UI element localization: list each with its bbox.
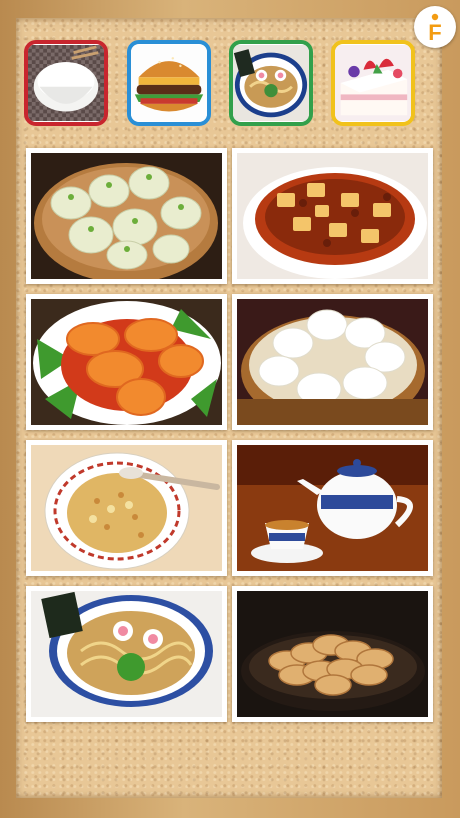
category-burger-button[interactable] bbox=[127, 40, 211, 126]
dish-card-mapo-tofu[interactable] bbox=[232, 148, 433, 284]
hamburger-image bbox=[131, 45, 207, 121]
category-cake-button[interactable] bbox=[331, 40, 415, 126]
shumai-dumplings-image bbox=[31, 153, 222, 279]
chili-shrimp-image bbox=[31, 299, 222, 425]
dish-card-chili-shrimp[interactable] bbox=[26, 294, 227, 430]
gyoza-image bbox=[237, 591, 428, 717]
app-logo-button[interactable]: F bbox=[414, 6, 456, 48]
dish-card-fried-rice[interactable] bbox=[26, 440, 227, 576]
category-ramen-button[interactable] bbox=[229, 40, 313, 126]
ramen-bowl-image bbox=[31, 591, 222, 717]
dish-card-shumai[interactable] bbox=[26, 148, 227, 284]
svg-text:F: F bbox=[428, 20, 441, 45]
dish-card-steamed-buns[interactable] bbox=[232, 294, 433, 430]
strawberry-cake-image bbox=[335, 45, 411, 121]
dish-card-gyoza[interactable] bbox=[232, 586, 433, 722]
rice-bowl-image bbox=[28, 45, 104, 121]
fried-rice-image bbox=[31, 445, 222, 571]
ramen-image bbox=[233, 45, 309, 121]
steamed-buns-image bbox=[237, 299, 428, 425]
dish-card-ramen[interactable] bbox=[26, 586, 227, 722]
category-rice-button[interactable] bbox=[24, 40, 108, 126]
fs-logo-icon: F bbox=[416, 8, 454, 46]
mapo-tofu-image bbox=[237, 153, 428, 279]
chinese-tea-set-image bbox=[237, 445, 428, 571]
dish-card-tea-set[interactable] bbox=[232, 440, 433, 576]
